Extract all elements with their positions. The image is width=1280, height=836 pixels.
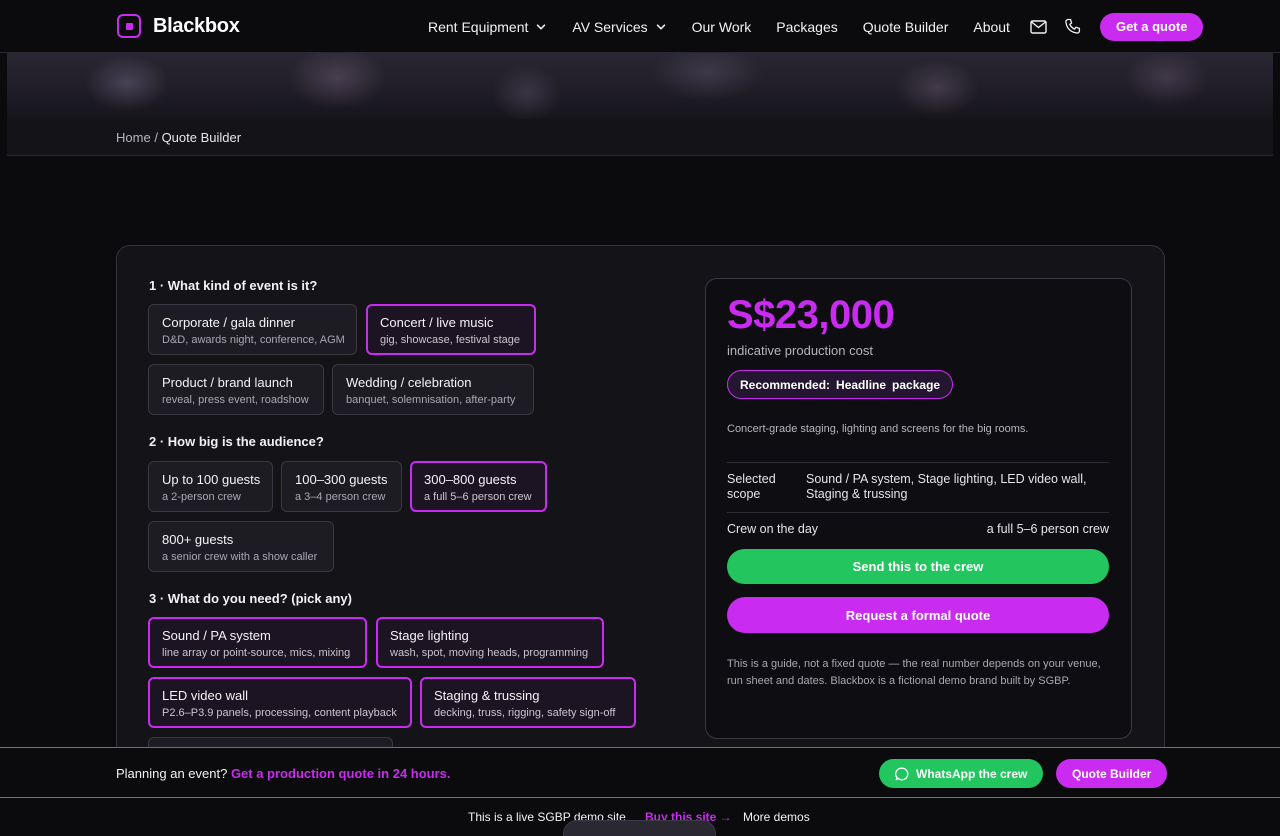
nav-item-quote-builder[interactable]: Quote Builder: [863, 19, 949, 35]
option-title: Concert / live music: [380, 315, 494, 330]
option-title: Wedding / celebration: [346, 375, 472, 390]
option-subtitle: decking, truss, rigging, safety sign-off: [434, 707, 616, 719]
option-title: 300–800 guests: [424, 472, 517, 487]
option-title: Product / brand launch: [162, 375, 293, 390]
scope-label: Selected scope: [727, 472, 776, 502]
nav-item-packages[interactable]: Packages: [776, 19, 837, 35]
estimate-price-label: indicative production cost: [727, 343, 873, 358]
option-subtitle: a 3–4 person crew: [295, 491, 386, 503]
option-subtitle: gig, showcase, festival stage: [380, 334, 521, 346]
more-demos-link[interactable]: More demos: [743, 810, 810, 824]
divider: [727, 462, 1109, 463]
nav-item-av-services[interactable]: AV Services: [572, 19, 665, 35]
option-subtitle: P2.6–P3.9 panels, processing, content pl…: [162, 707, 397, 719]
get-a-quote-button[interactable]: Get a quote: [1099, 12, 1204, 41]
option-wedding-celebration[interactable]: Wedding / celebration banquet, solemnisa…: [332, 364, 534, 415]
option-100-300[interactable]: 100–300 guests a 3–4 person crew: [281, 461, 402, 512]
option-subtitle: D&D, awards night, conference, AGM: [162, 334, 345, 346]
scope-label-line: scope: [727, 487, 761, 501]
option-subtitle: a 2-person crew: [162, 491, 241, 503]
sticky-lead: Planning an event?: [116, 766, 228, 781]
option-title: Up to 100 guests: [162, 472, 261, 487]
estimate-disclaimer: This is a guide, not a fixed quote — the…: [727, 658, 1101, 687]
option-staging-trussing[interactable]: Staging & trussing decking, truss, riggi…: [420, 677, 636, 728]
option-subtitle: a full 5–6 person crew: [424, 491, 532, 503]
chevron-down-icon: [537, 23, 546, 30]
recommended-package-name: Headline: [836, 377, 887, 392]
option-corporate-gala[interactable]: Corporate / gala dinner D&D, awards nigh…: [148, 304, 357, 355]
send-to-crew-button[interactable]: Send this to the crew: [727, 549, 1109, 584]
breadcrumb-home-link[interactable]: Home: [116, 130, 151, 145]
hero-image: [7, 53, 1273, 119]
breadcrumb: Home / Quote Builder: [116, 130, 241, 145]
sticky-cta-bar: Planning an event? Get a production quot…: [0, 747, 1280, 798]
option-product-brand-launch[interactable]: Product / brand launch reveal, press eve…: [148, 364, 324, 415]
demo-footer: This is a live SGBP demo site Buy this s…: [0, 798, 1280, 836]
option-subtitle: reveal, press event, roadshow: [162, 394, 309, 406]
nav-item-label: About: [973, 18, 1010, 35]
option-800-plus[interactable]: 800+ guests a senior crew with a show ca…: [148, 521, 334, 572]
top-nav: Blackbox Rent Equipment AV Services Our …: [0, 0, 1280, 53]
breadcrumb-separator: /: [154, 130, 158, 145]
option-subtitle: banquet, solemnisation, after-party: [346, 394, 516, 406]
option-sound-pa[interactable]: Sound / PA system line array or point-so…: [148, 617, 367, 668]
floating-toolbar[interactable]: [563, 820, 716, 836]
nav-item-our-work[interactable]: Our Work: [692, 19, 752, 35]
crew-value: a full 5–6 person crew: [986, 522, 1109, 536]
option-up-to-100[interactable]: Up to 100 guests a 2-person crew: [148, 461, 273, 512]
option-300-800[interactable]: 300–800 guests a full 5–6 person crew: [410, 461, 547, 512]
whatsapp-icon: [895, 767, 909, 780]
nav-item-about[interactable]: About: [973, 19, 1010, 35]
breadcrumb-current: Quote Builder: [161, 130, 242, 145]
nav-item-label: Packages: [776, 18, 838, 35]
breadcrumb-bar: Home / Quote Builder: [7, 119, 1273, 156]
recommended-package-badge: Recommended: Headline package: [727, 370, 954, 399]
option-subtitle: line array or point-source, mics, mixing: [162, 647, 351, 659]
nav-item-rent-equipment[interactable]: Rent Equipment: [428, 19, 546, 35]
option-title: LED video wall: [162, 688, 248, 703]
option-title: 800+ guests: [162, 532, 234, 547]
option-led-video-wall[interactable]: LED video wall P2.6–P3.9 panels, process…: [148, 677, 412, 728]
option-title: Staging & trussing: [434, 688, 540, 703]
sticky-cta-text: Planning an event? Get a production quot…: [116, 766, 451, 781]
phone-icon[interactable]: [1064, 18, 1082, 36]
chevron-down-icon: [656, 23, 665, 30]
option-subtitle: wash, spot, moving heads, programming: [390, 647, 589, 659]
nav-item-label: Rent Equipment: [428, 18, 529, 35]
estimate-price: S$23,000: [727, 293, 895, 337]
whatsapp-label: WhatsApp the crew: [916, 766, 1028, 781]
nav-item-label: Quote Builder: [862, 18, 949, 35]
brand-logo-icon: [117, 14, 141, 38]
option-title: 100–300 guests: [295, 472, 388, 487]
recommended-suffix: package: [892, 377, 941, 392]
nav-item-label: AV Services: [572, 18, 648, 35]
question-audience-size-title: 2 · How big is the audience?: [149, 434, 324, 449]
nav-item-label: Our Work: [691, 18, 752, 35]
nav-menu: Rent Equipment AV Services Our Work Pack…: [428, 0, 1204, 53]
scope-value-line: Staging & trussing: [806, 487, 908, 501]
crew-label: Crew on the day: [727, 522, 819, 536]
quote-builder-button[interactable]: Quote Builder: [1056, 759, 1168, 788]
divider: [727, 512, 1109, 513]
scope-value: Sound / PA system, Stage lighting, LED v…: [806, 472, 1086, 502]
option-subtitle: a senior crew with a show caller: [162, 551, 318, 563]
whatsapp-button[interactable]: WhatsApp the crew: [879, 759, 1044, 788]
question-needs-title: 3 · What do you need? (pick any): [149, 591, 352, 606]
option-title: Corporate / gala dinner: [162, 315, 295, 330]
scope-label-line: Selected: [727, 472, 776, 486]
question-event-type-title: 1 · What kind of event is it?: [149, 278, 318, 293]
option-title: Stage lighting: [390, 628, 469, 643]
brand-name: Blackbox: [153, 14, 240, 37]
option-concert-live-music[interactable]: Concert / live music gig, showcase, fest…: [366, 304, 536, 355]
option-title: Sound / PA system: [162, 628, 271, 643]
scope-value-line: Sound / PA system, Stage lighting, LED v…: [806, 472, 1087, 486]
brand[interactable]: Blackbox: [117, 14, 240, 38]
package-description: Concert-grade staging, lighting and scre…: [727, 423, 1029, 435]
sticky-quote-link[interactable]: Get a production quote in 24 hours.: [231, 766, 451, 781]
request-formal-quote-button[interactable]: Request a formal quote: [727, 597, 1109, 633]
mail-icon[interactable]: [1030, 18, 1048, 36]
option-stage-lighting[interactable]: Stage lighting wash, spot, moving heads,…: [376, 617, 604, 668]
recommended-prefix: Recommended:: [740, 377, 831, 392]
